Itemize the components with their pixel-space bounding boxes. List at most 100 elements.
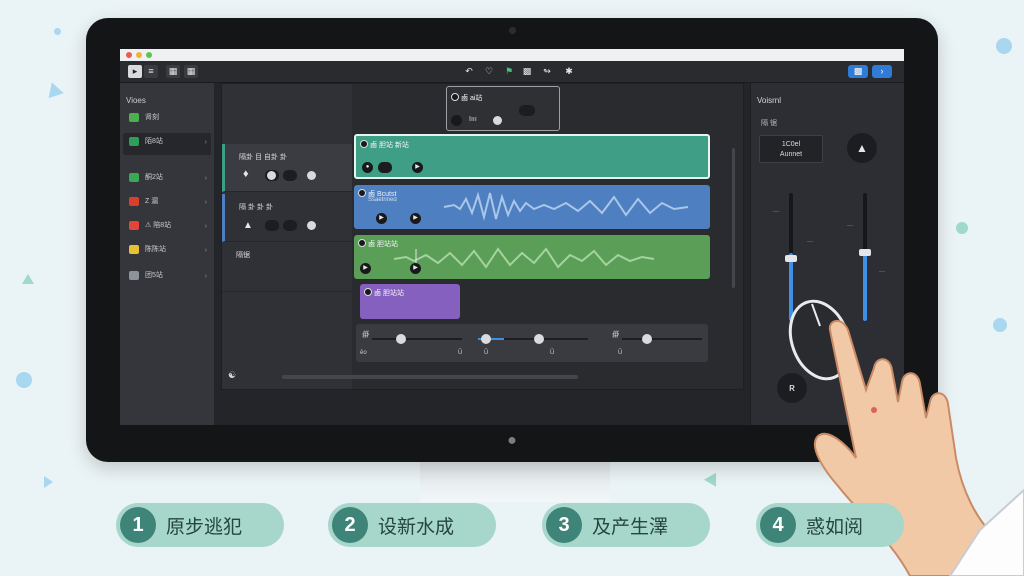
maximize-window-button[interactable]	[146, 52, 152, 58]
notes-button[interactable]: ›	[872, 65, 892, 78]
track-header[interactable]: 隔 卦 卦 卦 ▲	[222, 194, 352, 242]
bars-icon[interactable]: ▩	[520, 65, 534, 78]
decor-triangle	[703, 469, 723, 487]
editors-button[interactable]: ▦	[166, 65, 180, 78]
decor-triangle	[44, 79, 64, 99]
step-1[interactable]: 1 原步逃犯	[116, 503, 284, 547]
region-audio[interactable]: 鹵 胆站站 ▶ ▶	[354, 235, 710, 279]
mixer-label: Ū	[458, 350, 463, 356]
solo-button[interactable]	[283, 170, 297, 181]
rewind-icon[interactable]: ↶	[462, 65, 476, 78]
scissors-icon[interactable]: ↬	[540, 65, 554, 78]
region-play-button[interactable]: ▶	[412, 162, 423, 173]
track-name: 隔锯	[236, 252, 250, 259]
library-item[interactable]: 陌8站 ›	[123, 133, 211, 155]
instrument-icon	[129, 197, 139, 206]
step-3[interactable]: 3 及产生澤	[542, 503, 710, 547]
region-audio[interactable]: 鹵 胆站 新站 ● ▶	[354, 134, 710, 179]
mixer-label: Ū	[618, 350, 623, 356]
region-midi[interactable]: 鹵 胆站站	[360, 284, 460, 319]
popover-knob[interactable]	[493, 116, 502, 125]
automation-box[interactable]: 1C0el Aunnet	[759, 135, 823, 163]
record-icon	[451, 93, 459, 101]
mixer-strip: ēo Ū Ū Ū Ū ∰ ∰	[356, 324, 708, 362]
settings-icon[interactable]: ☯	[228, 370, 236, 381]
loops-button[interactable]: ▦	[184, 65, 198, 78]
region-toggle[interactable]	[378, 162, 392, 173]
mute-button[interactable]	[265, 220, 279, 231]
horizontal-scrollbar[interactable]	[282, 375, 578, 379]
chevron-right-icon: ›	[204, 175, 207, 182]
region-title: 鹵 胆站站	[374, 290, 404, 297]
flag-icon[interactable]: ⚑	[502, 65, 516, 78]
pan-knob[interactable]	[307, 171, 316, 180]
waveform	[393, 247, 655, 271]
send-slider[interactable]	[534, 334, 544, 344]
pan-fader[interactable]	[859, 249, 871, 256]
share-button[interactable]: ▩	[848, 65, 868, 78]
waveform-icon: ▲	[243, 220, 253, 231]
chevron-right-icon: ›	[204, 273, 207, 280]
chevron-right-icon: ›	[204, 223, 207, 230]
region-play-button[interactable]: ▶	[376, 213, 387, 224]
region-title: 鹵 胆站 新站	[370, 142, 409, 149]
track-header[interactable]: 隔锯	[222, 244, 352, 292]
step-2[interactable]: 2 设新水成	[328, 503, 496, 547]
popover-toggle[interactable]	[519, 105, 535, 116]
pan-knob[interactable]	[307, 221, 316, 230]
library-item[interactable]: Z 漏 ›	[123, 193, 211, 215]
minimize-window-button[interactable]	[136, 52, 142, 58]
region-loop-button[interactable]: ●	[362, 162, 373, 173]
track-header[interactable]: 隔卦 目 自卦 卦 ♦	[222, 144, 352, 192]
reverb-slider[interactable]	[642, 334, 652, 344]
step-label: 原步逃犯	[166, 515, 243, 538]
library-toggle-button[interactable]: ▸	[128, 65, 142, 78]
step-label: 惑如阅	[806, 515, 864, 538]
library-item[interactable]: 陈陈站 ›	[123, 241, 211, 263]
step-number: 4	[760, 507, 796, 543]
volume-fader[interactable]	[785, 255, 797, 262]
automation-label: 1C0el Aunnet	[779, 141, 803, 158]
volume-slider[interactable]	[396, 334, 406, 344]
record-button[interactable]	[451, 115, 462, 126]
slider-track	[372, 338, 462, 340]
track-name: 隔 卦 卦 卦	[239, 204, 273, 211]
library-sidebar: Vioes 肾刻 陌8站 › 酮2站 › Z 漏 › ⚠ 陪8站 › 陈陈站 ›…	[120, 83, 214, 425]
step-4[interactable]: 4 惑如阅	[756, 503, 904, 547]
library-item-label: Z 漏	[145, 198, 159, 205]
volume-knob[interactable]	[267, 171, 276, 180]
region-play-button[interactable]: ▶	[410, 213, 421, 224]
decor-triangle	[44, 476, 53, 488]
volume-subtitle: 隔 锯	[761, 120, 777, 127]
tuner-button[interactable]: ▲	[847, 133, 877, 163]
instrument-icon	[129, 173, 139, 182]
region-play-button[interactable]: ▶	[410, 263, 421, 274]
decor-dot	[54, 28, 61, 35]
region-play-button[interactable]: ▶	[360, 263, 371, 274]
volume-title: Voisrnl	[757, 96, 782, 105]
solo-button[interactable]	[283, 220, 297, 231]
mixer-label: Ū	[484, 350, 489, 356]
close-window-button[interactable]	[126, 52, 132, 58]
waveform	[443, 191, 689, 221]
inspector-button[interactable]: ≡	[144, 65, 158, 78]
decor-dot	[996, 38, 1012, 54]
heart-icon[interactable]: ♡	[482, 65, 496, 78]
tuner-icon[interactable]: ✱	[562, 65, 576, 78]
chevron-right-icon: ›	[204, 199, 207, 206]
fader-scale: —	[773, 209, 779, 215]
library-item[interactable]: 团5站 ›	[123, 267, 211, 289]
pan-slider[interactable]	[481, 334, 491, 344]
monitor-stand	[420, 462, 610, 502]
library-item[interactable]: 肾刻	[123, 109, 211, 131]
step-label: 及产生澤	[592, 515, 669, 538]
region-popover[interactable]: 鹵 ai站 Iııı	[446, 86, 560, 131]
region-audio[interactable]: 鹵 Bcutst Ssaetnned ▶ ▶	[354, 185, 710, 229]
vertical-scrollbar[interactable]	[732, 148, 735, 288]
instrument-icon	[129, 137, 139, 146]
library-item-label: ⚠ 陪8站	[145, 222, 172, 229]
chevron-right-icon: ›	[204, 247, 207, 254]
library-item-label: 酮2站	[145, 174, 163, 181]
library-item[interactable]: ⚠ 陪8站 ›	[123, 217, 211, 239]
library-item[interactable]: 酮2站 ›	[123, 169, 211, 191]
